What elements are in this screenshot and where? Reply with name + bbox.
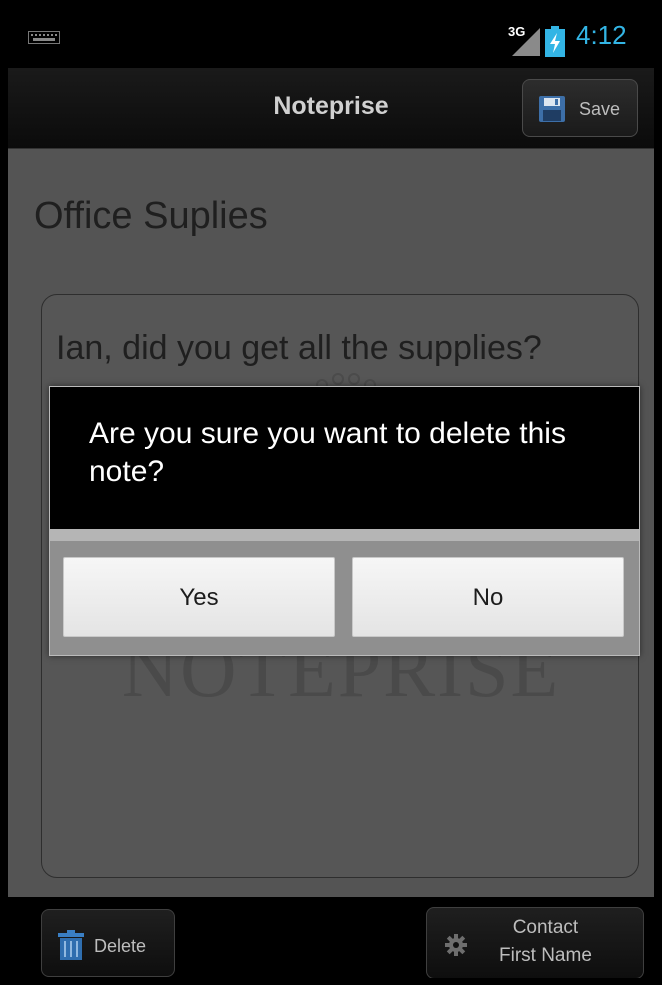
keyboard-icon — [28, 31, 60, 44]
network-type: 3G — [508, 24, 525, 39]
delete-label: Delete — [94, 936, 147, 956]
status-bar: 3G 4:12 — [8, 8, 654, 68]
action-bar: Noteprise Save — [8, 68, 654, 149]
clock: 4:12 — [576, 20, 627, 50]
gear-icon — [445, 934, 467, 956]
save-icon — [539, 96, 565, 122]
confirm-delete-dialog: Are you sure you want to delete this not… — [49, 386, 640, 656]
note-body-text: Ian, did you get all the supplies? — [56, 329, 542, 367]
contact-label-line1: Contact — [512, 917, 579, 938]
contact-label: Contact First Name — [499, 914, 592, 970]
trash-icon — [58, 930, 84, 960]
contact-button[interactable]: Contact First Name — [426, 907, 644, 978]
signal-icon: 3G — [508, 24, 540, 56]
note-title[interactable]: Office Suplies — [34, 195, 268, 238]
delete-button[interactable]: Delete — [41, 909, 175, 977]
phone-screen: 3G 4:12 Noteprise Save Office Suplies Ia… — [8, 8, 654, 978]
no-button[interactable]: No — [352, 557, 624, 637]
battery-icon — [545, 26, 565, 57]
save-button[interactable]: Save — [522, 79, 638, 137]
save-label: Save — [579, 99, 621, 119]
bottom-bar: Delete Contact First Name — [8, 897, 654, 978]
yes-button[interactable]: Yes — [63, 557, 335, 637]
dialog-message: Are you sure you want to delete this not… — [89, 417, 566, 488]
dialog-divider — [50, 529, 639, 541]
contact-label-line2: First Name — [499, 945, 592, 966]
dialog-message-area: Are you sure you want to delete this not… — [50, 387, 639, 529]
